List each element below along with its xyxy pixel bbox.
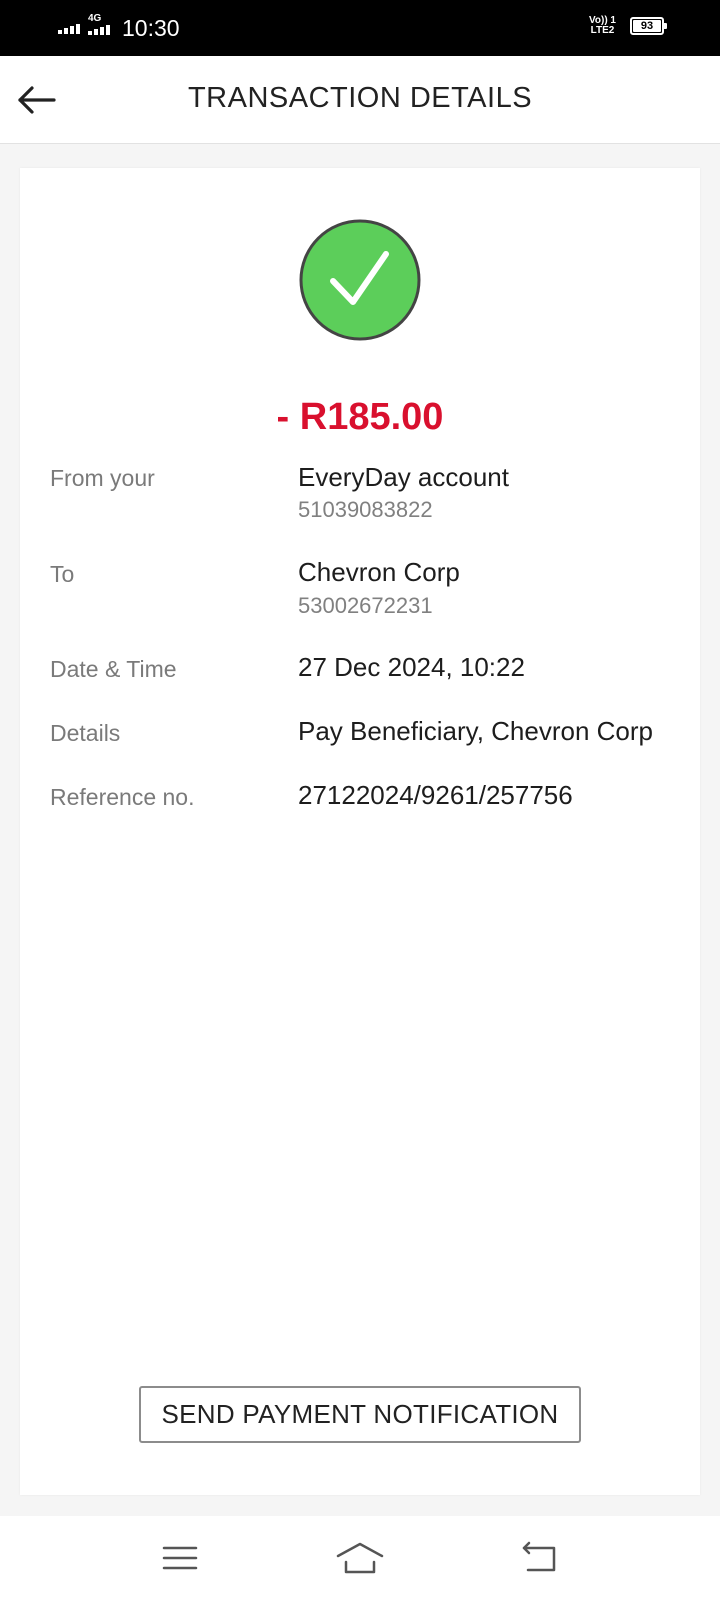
back-icon [522,1541,556,1572]
status-bar: 4G 10:30 Vo)) 1 LTE2 93 [0,0,720,56]
network-signal-icon: 4G [88,13,110,35]
back-nav-button[interactable] [516,1538,564,1578]
system-nav-bar [0,1516,720,1600]
menu-icon [162,1546,198,1570]
home-icon [336,1542,384,1574]
from-label: From your [50,465,155,491]
clock: 10:30 [122,15,180,41]
volte-indicator: Vo)) 1 LTE2 [589,16,616,36]
battery-icon: 93 [630,17,667,35]
menu-button[interactable] [156,1538,204,1578]
to-account-number: 53002672231 [298,593,433,618]
reference-label: Reference no. [50,784,195,810]
status-right: Vo)) 1 LTE2 93 [589,16,667,36]
network-label: 4G [88,13,102,24]
volte-line2: LTE2 [590,25,615,36]
battery-level: 93 [640,20,654,32]
to-beneficiary-name: Chevron Corp [298,557,460,587]
from-account-name: EveryDay account [298,462,509,492]
transaction-amount: - R185.00 [276,396,444,438]
page-title: TRANSACTION DETAILS [187,82,533,114]
signal-icon [58,22,80,34]
date-time-value: 27 Dec 2024, 10:22 [298,652,525,682]
send-payment-notification-button[interactable]: SEND PAYMENT NOTIFICATION [139,1386,581,1443]
home-button[interactable] [336,1538,384,1578]
checkmark-circle-icon [299,219,421,341]
app-header: TRANSACTION DETAILS [0,56,720,144]
status-left: 4G 10:30 [58,12,180,44]
to-label: To [50,561,75,587]
details-value: Pay Beneficiary, Chevron Corp [298,716,654,746]
reference-value: 27122024/9261/257756 [298,780,573,810]
from-account-number: 51039083822 [298,497,433,522]
transaction-card: - R185.00 From your EveryDay account 510… [20,168,700,1495]
date-time-label: Date & Time [50,656,177,682]
details-label: Details [50,720,121,746]
